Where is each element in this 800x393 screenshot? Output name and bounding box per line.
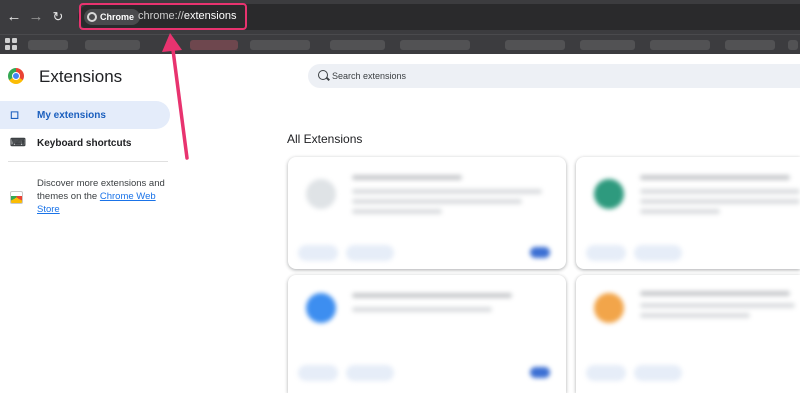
chrome-logo-icon (8, 68, 24, 84)
reload-icon[interactable]: ↻ (48, 7, 68, 27)
bookmark-item[interactable] (400, 40, 470, 50)
extension-toggle[interactable] (530, 247, 550, 258)
search-icon (318, 70, 328, 80)
web-store-icon (10, 191, 23, 204)
remove-button[interactable] (634, 245, 682, 261)
apps-grid-icon[interactable] (5, 38, 17, 50)
extension-icon (594, 179, 624, 209)
bookmark-item[interactable] (650, 40, 710, 50)
remove-button[interactable] (346, 245, 394, 261)
extension-card (288, 157, 566, 269)
extension-card (576, 275, 800, 393)
search-input[interactable] (332, 66, 632, 86)
remove-button[interactable] (634, 365, 682, 381)
puzzle-icon: ◻ (10, 109, 20, 121)
extension-icon (306, 293, 336, 323)
page-title: Extensions (39, 67, 123, 86)
extension-icon (594, 293, 624, 323)
bookmark-item[interactable] (28, 40, 68, 50)
sidebar-item-keyboard-shortcuts[interactable]: ⌨ Keyboard shortcuts (0, 129, 170, 157)
bookmark-item[interactable] (330, 40, 385, 50)
bookmark-item[interactable] (580, 40, 635, 50)
bookmark-item[interactable] (85, 40, 140, 50)
extension-card (576, 157, 800, 269)
sidebar-item-label: Keyboard shortcuts (37, 137, 132, 149)
extension-toggle[interactable] (530, 367, 550, 378)
bookmark-item[interactable] (190, 40, 238, 50)
section-title: All Extensions (287, 132, 363, 146)
details-button[interactable] (586, 365, 626, 381)
arrow-left-icon[interactable]: ← (4, 7, 24, 27)
bookmark-item[interactable] (725, 40, 775, 50)
details-button[interactable] (298, 365, 338, 381)
address-highlight-box (79, 3, 247, 30)
bookmark-item[interactable] (505, 40, 565, 50)
details-button[interactable] (298, 245, 338, 261)
keyboard-icon: ⌨ (10, 137, 26, 149)
bookmark-item[interactable] (250, 40, 310, 50)
extension-card (288, 275, 566, 393)
sidebar-item-my-extensions[interactable]: ◻ My extensions (0, 101, 170, 129)
bookmark-item[interactable] (788, 40, 798, 50)
extension-icon (306, 179, 336, 209)
arrow-right-icon[interactable]: → (26, 7, 46, 27)
sidebar-item-label: My extensions (37, 109, 106, 121)
remove-button[interactable] (346, 365, 394, 381)
bookmarks-bar (0, 34, 800, 54)
discover-text: Discover more extensions and themes on t… (37, 177, 172, 216)
sidebar-divider (8, 161, 168, 162)
details-button[interactable] (586, 245, 626, 261)
